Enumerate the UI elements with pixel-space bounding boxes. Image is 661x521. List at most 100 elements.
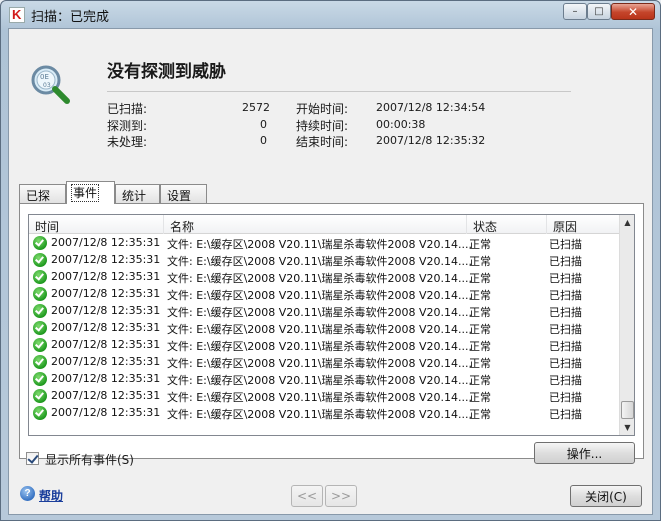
event-name-cell: 文件: E:\缓存区\2008 V20.11\瑞星杀毒软件2008 V20.14… (167, 357, 472, 370)
event-time-cell: 2007/12/8 12:35:31 (51, 372, 161, 385)
tab-events-label: 事件 (70, 184, 100, 202)
event-name-cell: 文件: E:\缓存区\2008 V20.11\瑞星杀毒软件2008 V20.14… (167, 289, 472, 302)
event-reason-cell: 已扫描 (549, 374, 582, 387)
table-header: 时间 名称 状态 原因 (29, 215, 619, 234)
event-time-cell: 2007/12/8 12:35:31 (51, 321, 161, 334)
detected-label: 探测到: (107, 119, 148, 133)
close-button[interactable]: 关闭(C) (570, 485, 642, 507)
table-row[interactable]: 2007/12/8 12:35:31 文件: E:\缓存区\2008 V20.11… (29, 405, 619, 422)
show-all-events-checkbox[interactable] (26, 452, 39, 465)
window-title: 扫描：已完成 (31, 10, 110, 25)
event-status-cell: 正常 (469, 374, 491, 387)
event-name-cell: 文件: E:\缓存区\2008 V20.11\瑞星杀毒软件2008 V20.14… (167, 272, 472, 285)
event-reason-cell: 已扫描 (549, 238, 582, 251)
tab-statistics[interactable]: 统计 (115, 184, 160, 203)
table-row[interactable]: 2007/12/8 12:35:31 文件: E:\缓存区\2008 V20.11… (29, 320, 619, 337)
end-time-label: 结束时间: (296, 135, 349, 149)
event-status-cell: 正常 (469, 357, 491, 370)
event-status-cell: 正常 (469, 238, 491, 251)
close-window-button[interactable]: ✕ (611, 3, 655, 20)
ok-check-icon (33, 236, 47, 250)
maximize-button[interactable]: □ (587, 3, 611, 20)
ok-check-icon (33, 321, 47, 335)
event-reason-cell: 已扫描 (549, 255, 582, 268)
event-time-cell: 2007/12/8 12:35:31 (51, 355, 161, 368)
start-time-value: 2007/12/8 12:34:54 (376, 101, 486, 114)
table-row[interactable]: 2007/12/8 12:35:31 文件: E:\缓存区\2008 V20.11… (29, 354, 619, 371)
svg-text:03: 03 (43, 82, 51, 89)
column-header-reason[interactable]: 原因 (547, 215, 619, 234)
table-row[interactable]: 2007/12/8 12:35:31 文件: E:\缓存区\2008 V20.11… (29, 388, 619, 405)
start-time-label: 开始时间: (296, 102, 349, 116)
event-name-cell: 文件: E:\缓存区\2008 V20.11\瑞星杀毒软件2008 V20.14… (167, 340, 472, 353)
event-time-cell: 2007/12/8 12:35:31 (51, 270, 161, 283)
magnifier-scan-icon: 0E 03 (31, 65, 70, 104)
ok-check-icon (33, 338, 47, 352)
ok-check-icon (33, 389, 47, 403)
column-header-time[interactable]: 时间 (29, 215, 164, 234)
event-status-cell: 正常 (469, 323, 491, 336)
vertical-scrollbar[interactable]: ▲ ▼ (619, 215, 634, 435)
minimize-button[interactable]: – (563, 3, 587, 20)
event-status-cell: 正常 (469, 255, 491, 268)
scroll-up-arrow-icon[interactable]: ▲ (621, 215, 634, 230)
detected-value: 0 (260, 118, 267, 131)
unprocessed-label: 未处理: (107, 135, 148, 149)
event-name-cell: 文件: E:\缓存区\2008 V20.11\瑞星杀毒软件2008 V20.14… (167, 391, 472, 404)
dialog-body: 0E 03 没有探测到威胁 已扫描: 2572 探测到: 0 未处理: 0 开始… (8, 28, 653, 515)
table-row[interactable]: 2007/12/8 12:35:31 文件: E:\缓存区\2008 V20.11… (29, 337, 619, 354)
event-name-cell: 文件: E:\缓存区\2008 V20.11\瑞星杀毒软件2008 V20.14… (167, 408, 472, 421)
table-row[interactable]: 2007/12/8 12:35:31 文件: E:\缓存区\2008 V20.11… (29, 269, 619, 286)
event-reason-cell: 已扫描 (549, 357, 582, 370)
event-name-cell: 文件: E:\缓存区\2008 V20.11\瑞星杀毒软件2008 V20.14… (167, 323, 472, 336)
scroll-thumb[interactable] (621, 401, 634, 419)
title-bar[interactable]: 扫描：已完成 – □ ✕ (1, 1, 660, 27)
event-reason-cell: 已扫描 (549, 289, 582, 302)
event-name-cell: 文件: E:\缓存区\2008 V20.11\瑞星杀毒软件2008 V20.14… (167, 306, 472, 319)
table-row[interactable]: 2007/12/8 12:35:31 文件: E:\缓存区\2008 V20.11… (29, 286, 619, 303)
show-all-events-label: 显示所有事件(S) (45, 453, 134, 467)
event-time-cell: 2007/12/8 12:35:31 (51, 287, 161, 300)
scroll-down-arrow-icon[interactable]: ▼ (621, 420, 634, 435)
event-time-cell: 2007/12/8 12:35:31 (51, 253, 161, 266)
event-name-cell: 文件: E:\缓存区\2008 V20.11\瑞星杀毒软件2008 V20.14… (167, 238, 472, 251)
event-time-cell: 2007/12/8 12:35:31 (51, 406, 161, 419)
event-name-cell: 文件: E:\缓存区\2008 V20.11\瑞星杀毒软件2008 V20.14… (167, 255, 472, 268)
help-icon: ? (20, 486, 35, 501)
action-button[interactable]: 操作... (534, 442, 635, 464)
table-row[interactable]: 2007/12/8 12:35:31 文件: E:\缓存区\2008 V20.11… (29, 303, 619, 320)
prev-page-button[interactable]: << (291, 485, 323, 507)
event-time-cell: 2007/12/8 12:35:31 (51, 236, 161, 249)
scan-status-title: 没有探测到威胁 (107, 62, 226, 82)
svg-text:0E: 0E (40, 73, 49, 81)
tab-detected[interactable]: 已探测 (19, 184, 66, 220)
next-page-button[interactable]: >> (325, 485, 357, 507)
event-status-cell: 正常 (469, 340, 491, 353)
tab-settings[interactable]: 设置 (160, 184, 207, 203)
event-status-cell: 正常 (469, 408, 491, 421)
scanned-label: 已扫描: (107, 102, 148, 116)
event-time-cell: 2007/12/8 12:35:31 (51, 304, 161, 317)
event-reason-cell: 已扫描 (549, 306, 582, 319)
table-row[interactable]: 2007/12/8 12:35:31 文件: E:\缓存区\2008 V20.11… (29, 235, 619, 252)
help-link[interactable]: 帮助 (39, 487, 63, 504)
tab-events[interactable]: 事件 (66, 181, 115, 204)
table-body: 2007/12/8 12:35:31 文件: E:\缓存区\2008 V20.11… (29, 235, 619, 422)
scan-window: 扫描：已完成 – □ ✕ 0E 03 没有探测到威胁 已扫描: 2572 探测到… (0, 0, 661, 521)
unprocessed-value: 0 (260, 134, 267, 147)
event-status-cell: 正常 (469, 272, 491, 285)
table-row[interactable]: 2007/12/8 12:35:31 文件: E:\缓存区\2008 V20.11… (29, 252, 619, 269)
column-header-name[interactable]: 名称 (164, 215, 467, 234)
header-divider (107, 91, 571, 92)
end-time-value: 2007/12/8 12:35:32 (376, 134, 486, 147)
ok-check-icon (33, 304, 47, 318)
events-table[interactable]: 时间 名称 状态 原因 2007/12/8 12:35:31 文件: E:\缓存区… (28, 214, 635, 436)
event-status-cell: 正常 (469, 306, 491, 319)
event-reason-cell: 已扫描 (549, 408, 582, 421)
scanned-value: 2572 (242, 101, 270, 114)
table-row[interactable]: 2007/12/8 12:35:31 文件: E:\缓存区\2008 V20.11… (29, 371, 619, 388)
column-header-status[interactable]: 状态 (467, 215, 547, 234)
duration-label: 持续时间: (296, 119, 349, 133)
ok-check-icon (33, 355, 47, 369)
event-status-cell: 正常 (469, 289, 491, 302)
